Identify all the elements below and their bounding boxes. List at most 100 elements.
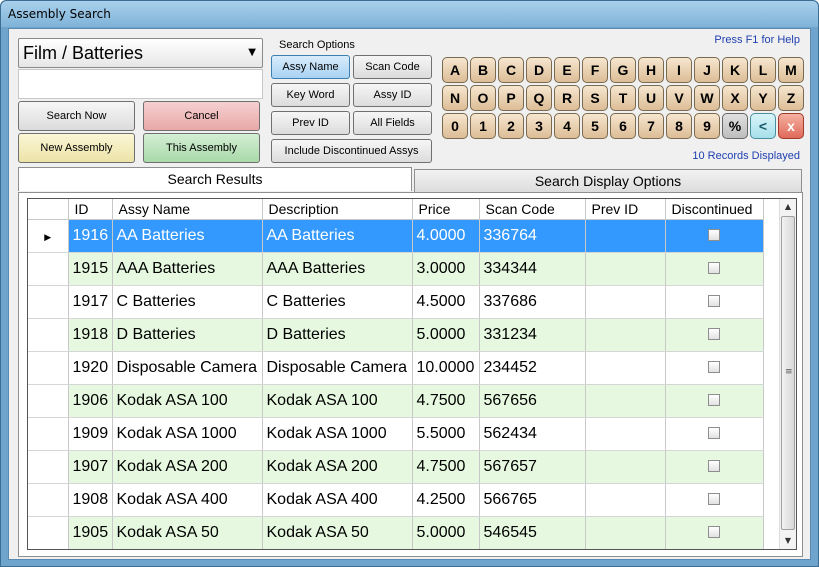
key-d[interactable]: D: [526, 57, 552, 83]
cell-assy-name[interactable]: Kodak ASA 50: [112, 516, 263, 549]
key-4[interactable]: 4: [554, 113, 580, 139]
cell-price[interactable]: 4.7500: [412, 384, 480, 418]
table-row[interactable]: 1918 D Batteries D Batteries 5.0000 331234: [28, 318, 764, 352]
cell-assy-name[interactable]: Kodak ASA 400: [112, 483, 263, 517]
cell-id[interactable]: 1915: [68, 252, 113, 286]
cell-assy-name[interactable]: AA Batteries: [112, 219, 263, 253]
cell-id[interactable]: 1920: [68, 351, 113, 385]
cell-assy-name[interactable]: Kodak ASA 1000: [112, 417, 263, 451]
assy-id-option-button[interactable]: Assy ID: [353, 83, 432, 107]
discontinued-checkbox[interactable]: [708, 427, 720, 440]
cell-prev-id[interactable]: [585, 318, 666, 352]
all-fields-option-button[interactable]: All Fields: [353, 111, 432, 135]
key-backspace[interactable]: <: [750, 113, 776, 139]
cell-prev-id[interactable]: [585, 252, 666, 286]
row-header[interactable]: [28, 417, 69, 451]
key-r[interactable]: R: [554, 85, 580, 111]
cell-prev-id[interactable]: [585, 384, 666, 418]
key-6[interactable]: 6: [610, 113, 636, 139]
cell-description[interactable]: C Batteries: [262, 285, 413, 319]
key-8[interactable]: 8: [666, 113, 692, 139]
key-5[interactable]: 5: [582, 113, 608, 139]
discontinued-checkbox[interactable]: [708, 460, 720, 473]
key-o[interactable]: O: [470, 85, 496, 111]
key-e[interactable]: E: [554, 57, 580, 83]
cell-assy-name[interactable]: D Batteries: [112, 318, 263, 352]
cell-price[interactable]: 4.5000: [412, 285, 480, 319]
cell-price[interactable]: 4.2500: [412, 483, 480, 517]
key-9[interactable]: 9: [694, 113, 720, 139]
cell-description[interactable]: Kodak ASA 50: [262, 516, 413, 549]
include-discontinued-button[interactable]: Include Discontinued Assys: [271, 139, 432, 163]
row-header[interactable]: [28, 252, 69, 286]
table-row[interactable]: 1906 Kodak ASA 100 Kodak ASA 100 4.7500 5676…: [28, 384, 764, 418]
cell-prev-id[interactable]: [585, 351, 666, 385]
cell-prev-id[interactable]: [585, 483, 666, 517]
cell-description[interactable]: Kodak ASA 200: [262, 450, 413, 484]
key-m[interactable]: M: [778, 57, 804, 83]
col-header-description[interactable]: Description: [262, 199, 413, 220]
col-header-scan-code[interactable]: Scan Code: [479, 199, 586, 220]
cell-scan-code[interactable]: 337686: [479, 285, 586, 319]
key-t[interactable]: T: [610, 85, 636, 111]
col-header-price[interactable]: Price: [412, 199, 480, 220]
cell-assy-name[interactable]: Kodak ASA 100: [112, 384, 263, 418]
category-dropdown[interactable]: Film / Batteries ▼: [18, 38, 263, 68]
cell-id[interactable]: 1905: [68, 516, 113, 549]
key-u[interactable]: U: [638, 85, 664, 111]
cell-price[interactable]: 10.0000: [412, 351, 480, 385]
key-v[interactable]: V: [666, 85, 692, 111]
col-header-prev-id[interactable]: Prev ID: [585, 199, 666, 220]
discontinued-checkbox[interactable]: [708, 229, 720, 242]
cell-price[interactable]: 5.0000: [412, 516, 480, 549]
key-k[interactable]: K: [722, 57, 748, 83]
key-word-option-button[interactable]: Key Word: [271, 83, 350, 107]
cell-scan-code[interactable]: 336764: [479, 219, 586, 253]
key-a[interactable]: A: [442, 57, 468, 83]
cell-prev-id[interactable]: [585, 219, 666, 253]
key-x[interactable]: X: [722, 85, 748, 111]
cell-description[interactable]: Disposable Camera: [262, 351, 413, 385]
cancel-button[interactable]: Cancel: [143, 101, 260, 131]
key-w[interactable]: W: [694, 85, 720, 111]
scroll-down-icon[interactable]: ▼: [780, 533, 796, 549]
key-7[interactable]: 7: [638, 113, 664, 139]
tab-search-display-options[interactable]: Search Display Options: [414, 169, 802, 193]
cell-description[interactable]: AAA Batteries: [262, 252, 413, 286]
cell-assy-name[interactable]: C Batteries: [112, 285, 263, 319]
row-header[interactable]: [28, 351, 69, 385]
row-header[interactable]: [28, 516, 69, 549]
row-header[interactable]: ▶: [28, 219, 69, 253]
table-row[interactable]: ▶ 1916 AA Batteries AA Batteries 4.0000 33676…: [28, 219, 764, 253]
this-assembly-button[interactable]: This Assembly: [143, 133, 260, 163]
key-h[interactable]: H: [638, 57, 664, 83]
table-row[interactable]: 1905 Kodak ASA 50 Kodak ASA 50 5.0000 546545: [28, 516, 764, 549]
col-header-discontinued[interactable]: Discontinued: [665, 199, 764, 220]
cell-description[interactable]: Kodak ASA 400: [262, 483, 413, 517]
scroll-up-icon[interactable]: ▲: [780, 199, 796, 215]
table-row[interactable]: 1907 Kodak ASA 200 Kodak ASA 200 4.7500 5676…: [28, 450, 764, 484]
key-i[interactable]: I: [666, 57, 692, 83]
key-l[interactable]: L: [750, 57, 776, 83]
key-b[interactable]: B: [470, 57, 496, 83]
cell-description[interactable]: AA Batteries: [262, 219, 413, 253]
discontinued-checkbox[interactable]: [708, 295, 720, 308]
cell-scan-code[interactable]: 546545: [479, 516, 586, 549]
cell-id[interactable]: 1918: [68, 318, 113, 352]
table-row[interactable]: 1920 Disposable Camera Disposable Camera 10…: [28, 351, 764, 385]
cell-prev-id[interactable]: [585, 516, 666, 549]
search-input[interactable]: [18, 69, 263, 99]
key-2[interactable]: 2: [498, 113, 524, 139]
cell-description[interactable]: Kodak ASA 1000: [262, 417, 413, 451]
cell-id[interactable]: 1908: [68, 483, 113, 517]
prev-id-option-button[interactable]: Prev ID: [271, 111, 350, 135]
cell-id[interactable]: 1909: [68, 417, 113, 451]
key-percent[interactable]: %: [722, 113, 748, 139]
search-now-button[interactable]: Search Now: [18, 101, 135, 131]
key-y[interactable]: Y: [750, 85, 776, 111]
cell-scan-code[interactable]: 331234: [479, 318, 586, 352]
key-clear[interactable]: x: [778, 113, 804, 139]
row-header[interactable]: [28, 285, 69, 319]
table-row[interactable]: 1917 C Batteries C Batteries 4.5000 337686: [28, 285, 764, 319]
discontinued-checkbox[interactable]: [708, 328, 720, 341]
